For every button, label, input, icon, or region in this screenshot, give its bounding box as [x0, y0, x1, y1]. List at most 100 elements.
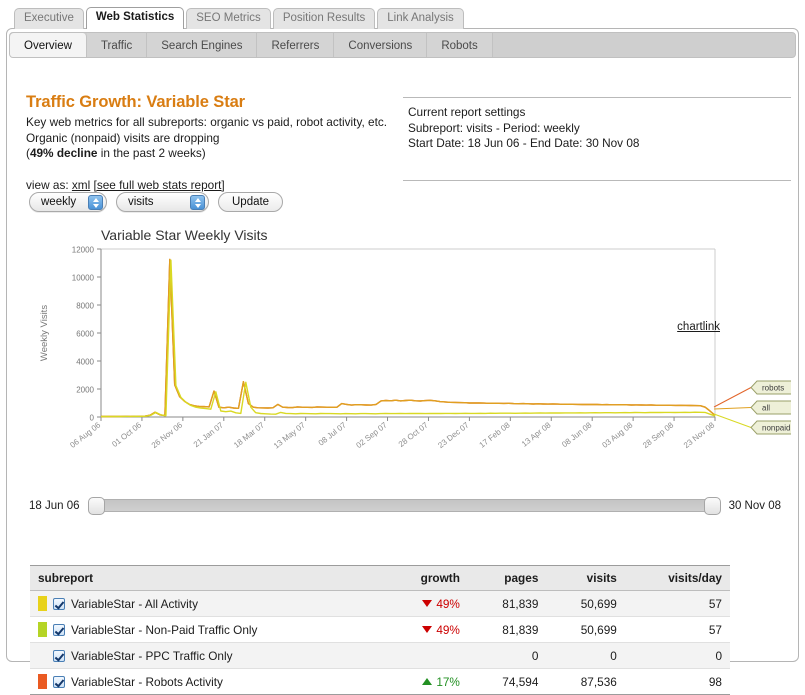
svg-text:08 Jul 07: 08 Jul 07	[317, 420, 349, 447]
svg-text:02 Sep 07: 02 Sep 07	[354, 420, 389, 450]
slider-end-date: 30 Nov 08	[729, 500, 781, 512]
growth-cell: 49%	[385, 617, 468, 643]
column-header-visits: visits	[546, 566, 624, 591]
svg-text:robots: robots	[762, 384, 784, 393]
column-header-visits-day: visits/day	[625, 566, 730, 591]
svg-text:6000: 6000	[76, 330, 94, 339]
svg-text:10000: 10000	[72, 274, 95, 283]
tab-referrers[interactable]: Referrers	[257, 33, 334, 57]
svg-text:06 Aug 06: 06 Aug 06	[68, 420, 102, 450]
row-checkbox[interactable]	[53, 676, 65, 688]
pages-cell: 0	[468, 643, 546, 669]
subreport-name: VariableStar - PPC Traffic Only	[71, 649, 233, 663]
table-row[interactable]: VariableStar - Robots Activity17%74,5948…	[30, 669, 730, 695]
growth-value: 49%	[436, 597, 460, 611]
growth-down-arrow-icon	[422, 600, 432, 607]
tab-robots[interactable]: Robots	[427, 33, 492, 57]
svg-text:nonpaid: nonpaid	[762, 424, 790, 433]
primary-tab-web-statistics[interactable]: Web Statistics	[86, 7, 184, 29]
svg-text:23 Nov 08: 23 Nov 08	[682, 420, 717, 450]
svg-text:18 Mar 07: 18 Mar 07	[232, 420, 266, 450]
tab-traffic[interactable]: Traffic	[87, 33, 147, 57]
series-color-swatch	[38, 648, 47, 663]
svg-text:03 Aug 08: 03 Aug 08	[600, 420, 634, 450]
primary-tab-link-analysis[interactable]: Link Analysis	[377, 8, 463, 29]
pages-cell: 74,594	[468, 669, 546, 695]
full-report-link[interactable]: [see full web stats report]	[94, 178, 225, 192]
page-title: Traffic Growth: Variable Star	[26, 93, 391, 112]
series-color-swatch	[38, 674, 47, 689]
metric-select[interactable]: visits	[116, 192, 209, 212]
primary-tab-executive[interactable]: Executive	[14, 8, 84, 29]
period-select[interactable]: weekly	[29, 192, 107, 212]
growth-down-arrow-icon	[422, 626, 432, 633]
metric-select-value: visits	[128, 196, 154, 208]
report-header: Traffic Growth: Variable Star Key web me…	[26, 93, 391, 192]
growth-cell	[385, 643, 468, 669]
table-row[interactable]: VariableStar - All Activity 49% 81,83950,6…	[30, 591, 730, 617]
row-checkbox[interactable]	[53, 624, 65, 636]
svg-text:01 Oct 06: 01 Oct 06	[110, 420, 143, 449]
update-button[interactable]: Update	[218, 192, 283, 212]
table-row[interactable]: VariableStar - Non-Paid Traffic Only49%8…	[30, 617, 730, 643]
visits-cell: 50,699	[546, 591, 624, 617]
svg-text:12000: 12000	[72, 246, 95, 255]
chartlink[interactable]: chartlink	[677, 321, 720, 333]
subreport-cell: VariableStar - PPC Traffic Only	[30, 643, 385, 669]
row-checkbox[interactable]	[53, 650, 65, 662]
slider-track[interactable]	[88, 499, 721, 512]
header-line-1: Key web metrics for all subreports: orga…	[26, 115, 391, 131]
tab-search-engines[interactable]: Search Engines	[147, 33, 257, 57]
visits-per-day-cell: 0	[625, 643, 730, 669]
svg-text:2000: 2000	[76, 386, 94, 395]
primary-tab-bar: ExecutiveWeb StatisticsSEO MetricsPositi…	[14, 7, 464, 29]
svg-text:8000: 8000	[76, 302, 94, 311]
column-header-subreport: subreport	[30, 566, 385, 591]
traffic-chart: Variable Star Weekly Visits 020004000600…	[29, 227, 791, 477]
decline-value: 49% decline	[30, 146, 98, 160]
stepper-arrows-icon	[88, 195, 103, 210]
current-report-settings: Current report settings Subreport: visit…	[403, 97, 791, 181]
date-range-slider[interactable]: 18 Jun 06 30 Nov 08	[29, 499, 781, 512]
secondary-tab-bar: OverviewTrafficSearch EnginesReferrersCo…	[9, 32, 796, 58]
svg-text:28 Oct 07: 28 Oct 07	[397, 420, 430, 449]
series-color-swatch	[38, 596, 47, 611]
table-header-row: subreportgrowthpagesvisitsvisits/day	[30, 566, 730, 591]
view-as-row: view as: xml [see full web stats report]	[26, 178, 391, 192]
svg-text:26 Nov 06: 26 Nov 06	[150, 420, 185, 450]
report-controls: weekly visits Update	[29, 192, 283, 212]
pages-cell: 81,839	[468, 617, 546, 643]
growth-cell: 49%	[385, 591, 468, 617]
settings-line-1: Current report settings	[408, 105, 791, 121]
table-row[interactable]: VariableStar - PPC Traffic Only000	[30, 643, 730, 669]
row-checkbox[interactable]	[53, 598, 65, 610]
visits-cell: 0	[546, 643, 624, 669]
primary-tab-position-results[interactable]: Position Results	[273, 8, 375, 29]
stepper-arrows-icon	[190, 195, 205, 210]
subreport-cell: VariableStar - All Activity	[30, 591, 385, 617]
xml-link[interactable]: xml	[72, 178, 90, 192]
svg-text:13 May 07: 13 May 07	[272, 420, 307, 450]
column-header-growth: growth	[385, 566, 468, 591]
svg-text:08 Jun 08: 08 Jun 08	[560, 420, 594, 449]
subreport-cell: VariableStar - Non-Paid Traffic Only	[30, 617, 385, 643]
svg-text:13 Apr 08: 13 Apr 08	[520, 420, 553, 449]
tab-overview[interactable]: Overview	[10, 33, 87, 57]
tab-conversions[interactable]: Conversions	[334, 33, 427, 57]
header-line-3: (49% decline in the past 2 weeks)	[26, 146, 391, 162]
period-select-value: weekly	[41, 196, 76, 208]
visits-cell: 87,536	[546, 669, 624, 695]
svg-text:23 Dec 07: 23 Dec 07	[436, 420, 471, 450]
pages-cell: 81,839	[468, 591, 546, 617]
slider-handle-start[interactable]	[88, 497, 105, 515]
growth-cell: 17%	[385, 669, 468, 695]
visits-per-day-cell: 98	[625, 669, 730, 695]
slider-handle-end[interactable]	[704, 497, 721, 515]
table-body: VariableStar - All Activity49%81,83950,6…	[30, 591, 730, 695]
subreport-table: subreportgrowthpagesvisitsvisits/day Var…	[30, 565, 730, 695]
primary-tab-seo-metrics[interactable]: SEO Metrics	[186, 8, 271, 29]
visits-per-day-cell: 57	[625, 617, 730, 643]
svg-text:Weekly Visits: Weekly Visits	[39, 305, 50, 361]
svg-text:4000: 4000	[76, 358, 94, 367]
subreport-name: VariableStar - All Activity	[71, 597, 198, 611]
